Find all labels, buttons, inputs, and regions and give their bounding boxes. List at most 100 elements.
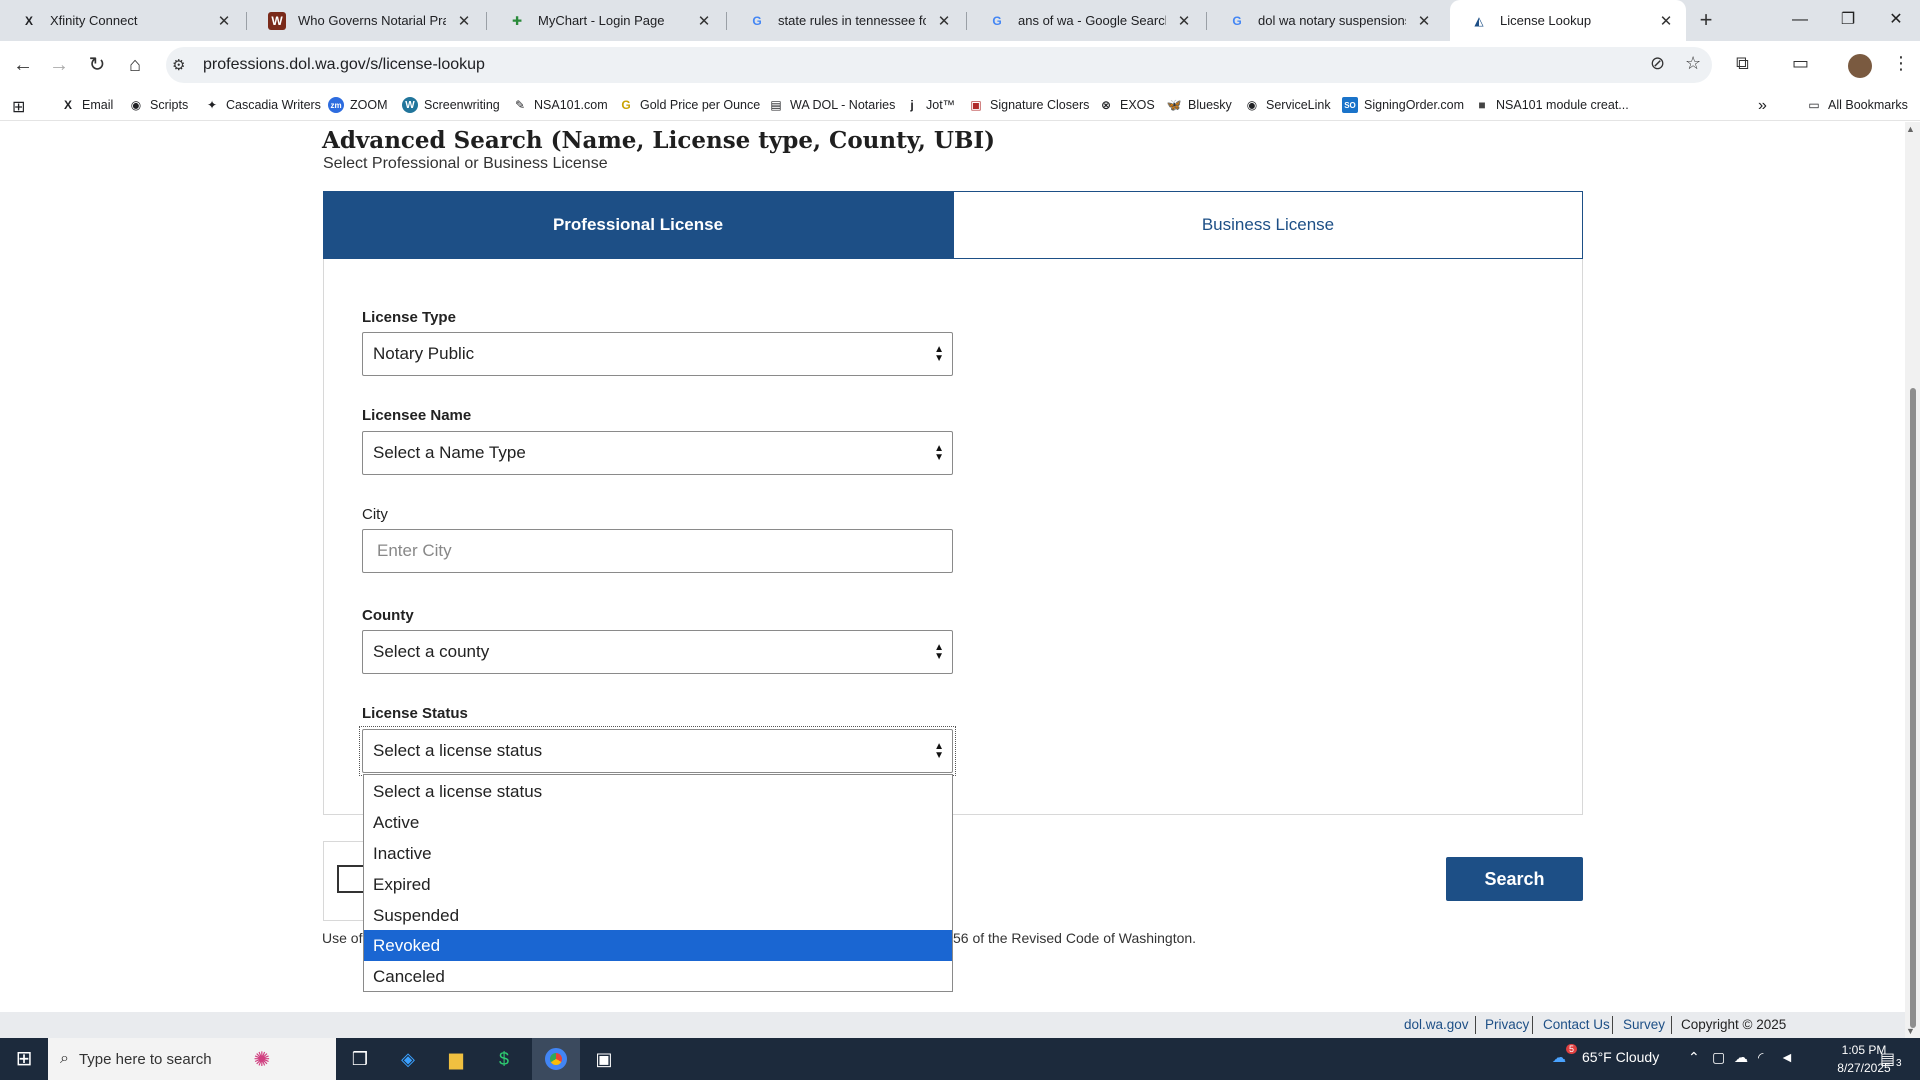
window-close-icon[interactable]: ✕ (1872, 0, 1920, 40)
close-icon[interactable]: ✕ (454, 12, 474, 30)
county-select[interactable]: Select a county ▲ ▼ (362, 630, 953, 674)
close-icon[interactable]: ✕ (934, 12, 954, 30)
scrollbar-thumb[interactable] (1910, 388, 1916, 1028)
chevron-up-icon[interactable]: ⌃ (1688, 1049, 1700, 1066)
restore-icon[interactable]: ❐ (1824, 0, 1872, 40)
profile-avatar-icon[interactable] (1848, 54, 1872, 78)
close-icon[interactable]: ✕ (694, 12, 714, 30)
weather-text[interactable]: 65°F Cloudy (1582, 1049, 1659, 1065)
bookmark-star-icon[interactable]: ☆ (1685, 53, 1701, 74)
city-label: City (362, 506, 388, 523)
bookmark-cascadia-writers[interactable]: ✦ Cascadia Writers (204, 97, 321, 113)
money-app-icon[interactable]: $ (480, 1038, 528, 1080)
license-type-select[interactable]: Notary Public ▲ ▼ (362, 332, 953, 376)
name-type-select[interactable]: Select a Name Type ▲ ▼ (362, 431, 953, 475)
bookmark-nsa101-module[interactable]: ■ NSA101 module creat... (1474, 97, 1628, 113)
file-explorer-icon[interactable]: ▆ (432, 1038, 480, 1080)
copilot-icon[interactable]: ◈ (384, 1038, 432, 1080)
bookmark-signingorder[interactable]: SO SigningOrder.com (1342, 97, 1464, 113)
bookmark-jot[interactable]: j Jot™ (904, 97, 955, 113)
bookmark-servicelink[interactable]: ◉ ServiceLink (1244, 97, 1331, 113)
status-option[interactable]: Active (364, 807, 952, 838)
footer-link-contact[interactable]: Contact Us (1543, 1017, 1610, 1032)
select-arrows-icon: ▲ ▼ (934, 443, 944, 463)
tab-xfinity-connect[interactable]: X Xfinity Connect ✕ (0, 0, 244, 41)
forward-icon[interactable]: → (42, 48, 76, 82)
bookmark-email[interactable]: X Email (60, 97, 113, 113)
city-input[interactable]: Enter City (362, 529, 953, 573)
reload-icon[interactable]: ↻ (80, 48, 114, 82)
license-status-select[interactable]: Select a license status ▲ ▼ (362, 729, 953, 773)
status-option[interactable]: Inactive (364, 838, 952, 869)
status-option[interactable]: Suspended (364, 900, 952, 931)
tab-google-search[interactable]: G ans of wa - Google Search ✕ (968, 0, 1204, 41)
bookmark-bluesky[interactable]: 🦋 Bluesky (1166, 97, 1232, 113)
volume-icon[interactable]: ◄ (1780, 1049, 1794, 1065)
footer-link-survey[interactable]: Survey (1623, 1017, 1665, 1032)
app-taskbar-icon[interactable]: ▣ (580, 1038, 628, 1080)
footer-link-privacy[interactable]: Privacy (1485, 1017, 1529, 1032)
footer-link-dol[interactable]: dol.wa.gov (1404, 1017, 1469, 1032)
apps-grid-icon[interactable]: ⊞ (12, 97, 25, 117)
tab-title: Who Governs Notarial Practices (298, 13, 446, 28)
search-icon: ⌕ (60, 1050, 69, 1067)
url-text[interactable]: professions.dol.wa.gov/s/license-lookup (203, 56, 485, 74)
close-icon[interactable]: ✕ (214, 12, 234, 30)
extensions-icon[interactable]: ⧉ (1736, 53, 1749, 74)
chrome-taskbar-icon[interactable] (532, 1038, 580, 1080)
site-info-icon[interactable]: ⚙ (172, 56, 185, 74)
status-option[interactable]: Canceled (364, 961, 952, 992)
weather-badge: 5 (1566, 1044, 1578, 1054)
home-icon[interactable]: ⌂ (118, 48, 152, 82)
taskbar-search-box[interactable]: ⌕ Type here to search ✺ (48, 1038, 336, 1080)
tab-tennessee-rules[interactable]: G state rules in tennessee for iden ✕ (728, 0, 964, 41)
google-icon: G (752, 13, 762, 28)
minimize-icon[interactable]: — (1776, 0, 1824, 40)
meet-icon[interactable]: ▢ (1712, 1049, 1725, 1066)
close-icon[interactable]: ✕ (1414, 12, 1434, 30)
scroll-down-icon[interactable]: ▼ (1906, 1026, 1915, 1036)
notification-icon[interactable]: ▤ (1880, 1049, 1895, 1069)
new-tab-button[interactable]: + (1692, 6, 1720, 34)
bookmark-gold-price[interactable]: G Gold Price per Ounce (618, 97, 760, 113)
close-icon[interactable]: ✕ (1174, 12, 1194, 30)
tab-notarial-practices[interactable]: W Who Governs Notarial Practices ✕ (248, 0, 484, 41)
bookmark-wa-dol-notaries[interactable]: ▤ WA DOL - Notaries (768, 97, 895, 113)
more-bookmarks-icon[interactable]: » (1758, 97, 1767, 115)
task-view-icon[interactable]: ❒ (336, 1038, 384, 1080)
scroll-up-icon[interactable]: ▲ (1906, 124, 1915, 134)
bookmark-zoom[interactable]: zm ZOOM (328, 97, 388, 113)
tab-mychart[interactable]: ✚ MyChart - Login Page ✕ (488, 0, 724, 41)
onedrive-icon[interactable]: ☁ (1734, 1049, 1748, 1066)
weather-icon[interactable]: ☁ (1552, 1049, 1566, 1066)
exos-icon: ⊗ (1100, 98, 1112, 112)
eye-off-icon[interactable]: ⊘ (1650, 53, 1665, 74)
bookmark-exos[interactable]: ⊗ EXOS (1098, 97, 1155, 113)
menu-kebab-icon[interactable]: ⋮ (1892, 53, 1910, 74)
status-option-highlighted[interactable]: Revoked (364, 930, 952, 961)
bookmark-screenwriting[interactable]: W Screenwriting (402, 97, 500, 113)
wifi-icon[interactable]: ◜ (1758, 1049, 1763, 1066)
x-icon: X (63, 98, 72, 112)
license-lookup-icon: ◭ (1474, 13, 1484, 28)
signature-closers-icon: ▣ (970, 98, 982, 112)
bookmark-signature-closers[interactable]: ▣ Signature Closers (968, 97, 1089, 113)
status-option[interactable]: Expired (364, 869, 952, 900)
bookmark-scripts[interactable]: ◉ Scripts (128, 97, 188, 113)
search-button[interactable]: Search (1446, 857, 1583, 901)
tab-dol-suspensions[interactable]: G dol wa notary suspensions and r ✕ (1208, 0, 1444, 41)
close-icon[interactable]: ✕ (1656, 12, 1676, 30)
tab-search-icon[interactable]: ▭ (1792, 53, 1809, 74)
windows-start-icon[interactable]: ⊞ (0, 1038, 48, 1080)
tab-title: state rules in tennessee for iden (778, 13, 926, 28)
tab-business-license[interactable]: Business License (953, 191, 1583, 259)
site-favicon-icon: W (268, 11, 286, 30)
agreement-checkbox[interactable] (337, 865, 363, 893)
status-option[interactable]: Select a license status (364, 776, 952, 807)
zoom-icon: zm (328, 97, 344, 113)
tab-professional-license[interactable]: Professional License (323, 191, 953, 259)
tab-license-lookup[interactable]: ◭ License Lookup ✕ (1450, 0, 1686, 41)
all-bookmarks[interactable]: ▭ All Bookmarks (1806, 97, 1908, 113)
bookmark-nsa101[interactable]: ✎ NSA101.com (512, 97, 608, 113)
back-icon[interactable]: ← (6, 48, 40, 82)
